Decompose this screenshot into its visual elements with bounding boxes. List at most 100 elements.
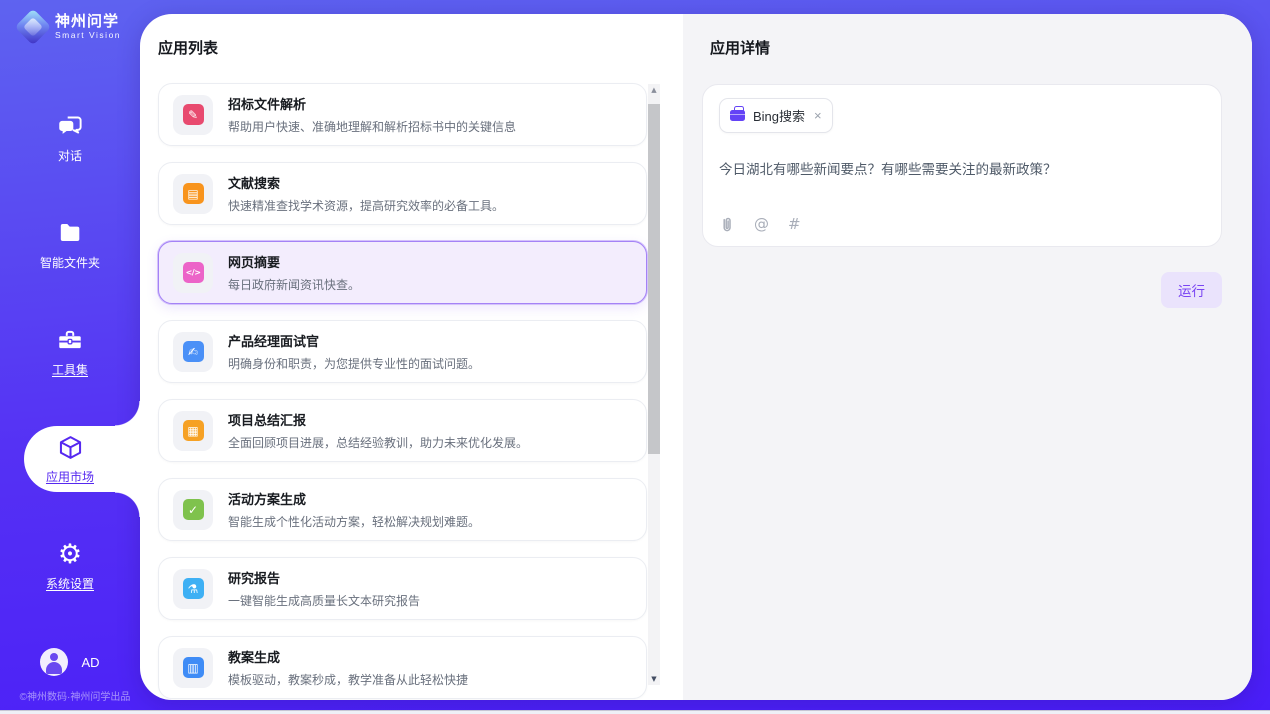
at-icon[interactable]: @	[754, 217, 769, 232]
brand-text: 神州问学 Smart Vision	[55, 13, 121, 40]
briefcase-icon	[730, 110, 745, 121]
app-card-text: 网页摘要 每日政府新闻资讯快查。	[228, 252, 360, 293]
app-description: 帮助用户快速、准确地理解和解析招标书中的关键信息	[228, 118, 516, 135]
brand-name: 神州问学	[55, 13, 121, 30]
tool-chip-bing-search[interactable]: Bing搜索 ×	[719, 98, 833, 133]
app-name: 产品经理面试官	[228, 331, 480, 350]
app-icon-tile: ▤	[173, 174, 213, 214]
app-card-research-report[interactable]: ⚗ 研究报告 一键智能生成高质量长文本研究报告	[158, 557, 647, 620]
sidebar-item-toolset[interactable]: 工具集	[0, 319, 140, 385]
app-icon-tile: ⚗	[173, 569, 213, 609]
app-name: 文献搜索	[228, 173, 504, 192]
app-description: 一键智能生成高质量长文本研究报告	[228, 592, 420, 609]
app-card-text: 文献搜索 快速精准查找学术资源，提高研究效率的必备工具。	[228, 173, 504, 214]
lesson-plan-icon: ▥	[183, 657, 204, 678]
app-name: 研究报告	[228, 568, 420, 587]
gear-glyph: ⚙	[58, 541, 82, 568]
main-content: 应用列表 ✎ 招标文件解析 帮助用户快速、准确地理解和解析招标书中的关键信息 ▤…	[140, 14, 1252, 700]
prompt-input[interactable]: Bing搜索 × 今日湖北有哪些新闻要点？有哪些需要关注的最新政策？ @ #	[702, 84, 1222, 247]
query-text[interactable]: 今日湖北有哪些新闻要点？有哪些需要关注的最新政策？	[719, 158, 1205, 216]
app-icon-tile: ✍	[173, 332, 213, 372]
app-description: 明确身份和职责，为您提供专业性的面试问题。	[228, 355, 480, 372]
app-icon-tile: ▥	[173, 648, 213, 688]
active-tab-curve-bottom	[115, 492, 140, 517]
app-card-text: 教案生成 模板驱动，教案秒成，教学准备从此轻松快捷	[228, 647, 468, 688]
app-description: 全面回顾项目进展，总结经验教训，助力未来优化发展。	[228, 434, 528, 451]
sidebar-item-label: 工具集	[52, 361, 88, 378]
hash-icon[interactable]: #	[788, 217, 801, 232]
app-icon-tile: </>	[173, 253, 213, 293]
app-card-pm-interviewer[interactable]: ✍ 产品经理面试官 明确身份和职责，为您提供专业性的面试问题。	[158, 320, 647, 383]
tool-chip-label: Bing搜索	[753, 106, 805, 125]
close-icon[interactable]: ×	[814, 108, 822, 123]
copyright-text: ©神州数码·神州问学出品	[0, 688, 150, 703]
app-description: 模板驱动，教案秒成，教学准备从此轻松快捷	[228, 671, 468, 688]
app-card-bid-document-analysis[interactable]: ✎ 招标文件解析 帮助用户快速、准确地理解和解析招标书中的关键信息	[158, 83, 647, 146]
diamond-logo-icon	[15, 8, 52, 45]
chevron-up-icon: ▲	[651, 87, 656, 94]
app-card-event-plan[interactable]: ✓ 活动方案生成 智能生成个性化活动方案，轻松解决规划难题。	[158, 478, 647, 541]
user-avatar-icon	[40, 648, 68, 676]
app-description: 智能生成个性化活动方案，轻松解决规划难题。	[228, 513, 480, 530]
app-list-panel: 应用列表 ✎ 招标文件解析 帮助用户快速、准确地理解和解析招标书中的关键信息 ▤…	[140, 14, 683, 700]
sidebar: 神州问学 Smart Vision 对话 智能文件夹	[0, 0, 140, 714]
web-summary-icon: </>	[183, 262, 204, 283]
app-card-text: 活动方案生成 智能生成个性化活动方案，轻松解决规划难题。	[228, 489, 480, 530]
app-name: 教案生成	[228, 647, 468, 666]
app-icon-tile: ✎	[173, 95, 213, 135]
app-list-title: 应用列表	[140, 14, 683, 83]
app-card-text: 研究报告 一键智能生成高质量长文本研究报告	[228, 568, 420, 609]
sidebar-item-chat[interactable]: 对话	[0, 105, 140, 171]
active-tab-curve-top	[115, 401, 140, 426]
sidebar-item-app-market[interactable]: 应用市场	[0, 426, 140, 492]
app-name: 招标文件解析	[228, 94, 516, 113]
app-description: 每日政府新闻资讯快查。	[228, 276, 360, 293]
folder-icon	[57, 220, 83, 247]
app-icon-tile: ✓	[173, 490, 213, 530]
app-detail-title: 应用详情	[683, 14, 1252, 83]
sidebar-item-label: 对话	[58, 147, 82, 164]
paperclip-icon[interactable]	[719, 216, 735, 233]
app-card-lesson-plan[interactable]: ▥ 教案生成 模板驱动，教案秒成，教学准备从此轻松快捷	[158, 636, 647, 699]
app-card-web-summary[interactable]: </> 网页摘要 每日政府新闻资讯快查。	[158, 241, 647, 304]
app-card-text: 招标文件解析 帮助用户快速、准确地理解和解析招标书中的关键信息	[228, 94, 516, 135]
user-account[interactable]: AD	[0, 648, 140, 676]
sidebar-item-smart-folders[interactable]: 智能文件夹	[0, 212, 140, 278]
app-card-project-summary[interactable]: ▦ 项目总结汇报 全面回顾项目进展，总结经验教训，助力未来优化发展。	[158, 399, 647, 462]
scrollbar-down-button[interactable]: ▼	[648, 673, 660, 685]
app-name: 网页摘要	[228, 252, 360, 271]
toolbox-icon	[57, 327, 83, 354]
chevron-down-icon: ▼	[651, 676, 656, 683]
gear-icon: ⚙	[58, 541, 82, 568]
user-name: AD	[81, 655, 99, 670]
sidebar-item-settings[interactable]: ⚙ 系统设置	[0, 533, 140, 599]
app-card-text: 产品经理面试官 明确身份和职责，为您提供专业性的面试问题。	[228, 331, 480, 372]
book-icon: ▤	[183, 183, 204, 204]
research-icon: ⚗	[183, 578, 204, 599]
app-root: { "brand": { "name": "神州问学", "subtitle":…	[0, 0, 1270, 714]
sidebar-item-label: 应用市场	[46, 468, 94, 485]
cube-icon	[57, 434, 84, 461]
brand-logo: 神州问学 Smart Vision	[16, 13, 121, 40]
scrollbar-up-button[interactable]: ▲	[648, 84, 660, 96]
chat-icon	[57, 113, 84, 140]
sidebar-item-label: 系统设置	[46, 575, 94, 592]
app-name: 项目总结汇报	[228, 410, 528, 429]
app-card-literature-search[interactable]: ▤ 文献搜索 快速精准查找学术资源，提高研究效率的必备工具。	[158, 162, 647, 225]
clipboard-check-icon: ✓	[183, 499, 204, 520]
run-button-row: 运行	[683, 272, 1222, 308]
summary-report-icon: ▦	[183, 420, 204, 441]
app-detail-panel: 应用详情 Bing搜索 × 今日湖北有哪些新闻要点？有哪些需要关注的最新政策？ …	[683, 14, 1252, 700]
brand-subtitle: Smart Vision	[55, 30, 121, 40]
list-scrollbar[interactable]: ▲ ▼	[648, 84, 660, 685]
app-card-list: ✎ 招标文件解析 帮助用户快速、准确地理解和解析招标书中的关键信息 ▤ 文献搜索…	[140, 83, 683, 699]
app-icon-tile: ▦	[173, 411, 213, 451]
app-name: 活动方案生成	[228, 489, 480, 508]
run-button[interactable]: 运行	[1161, 272, 1222, 308]
sidebar-item-label: 智能文件夹	[40, 254, 100, 271]
prompt-toolbar: @ #	[719, 216, 1205, 233]
sidebar-nav: 对话 智能文件夹 工具集	[0, 105, 140, 640]
scrollbar-thumb[interactable]	[648, 104, 660, 454]
document-edit-icon: ✎	[183, 104, 204, 125]
interviewer-icon: ✍	[183, 341, 204, 362]
